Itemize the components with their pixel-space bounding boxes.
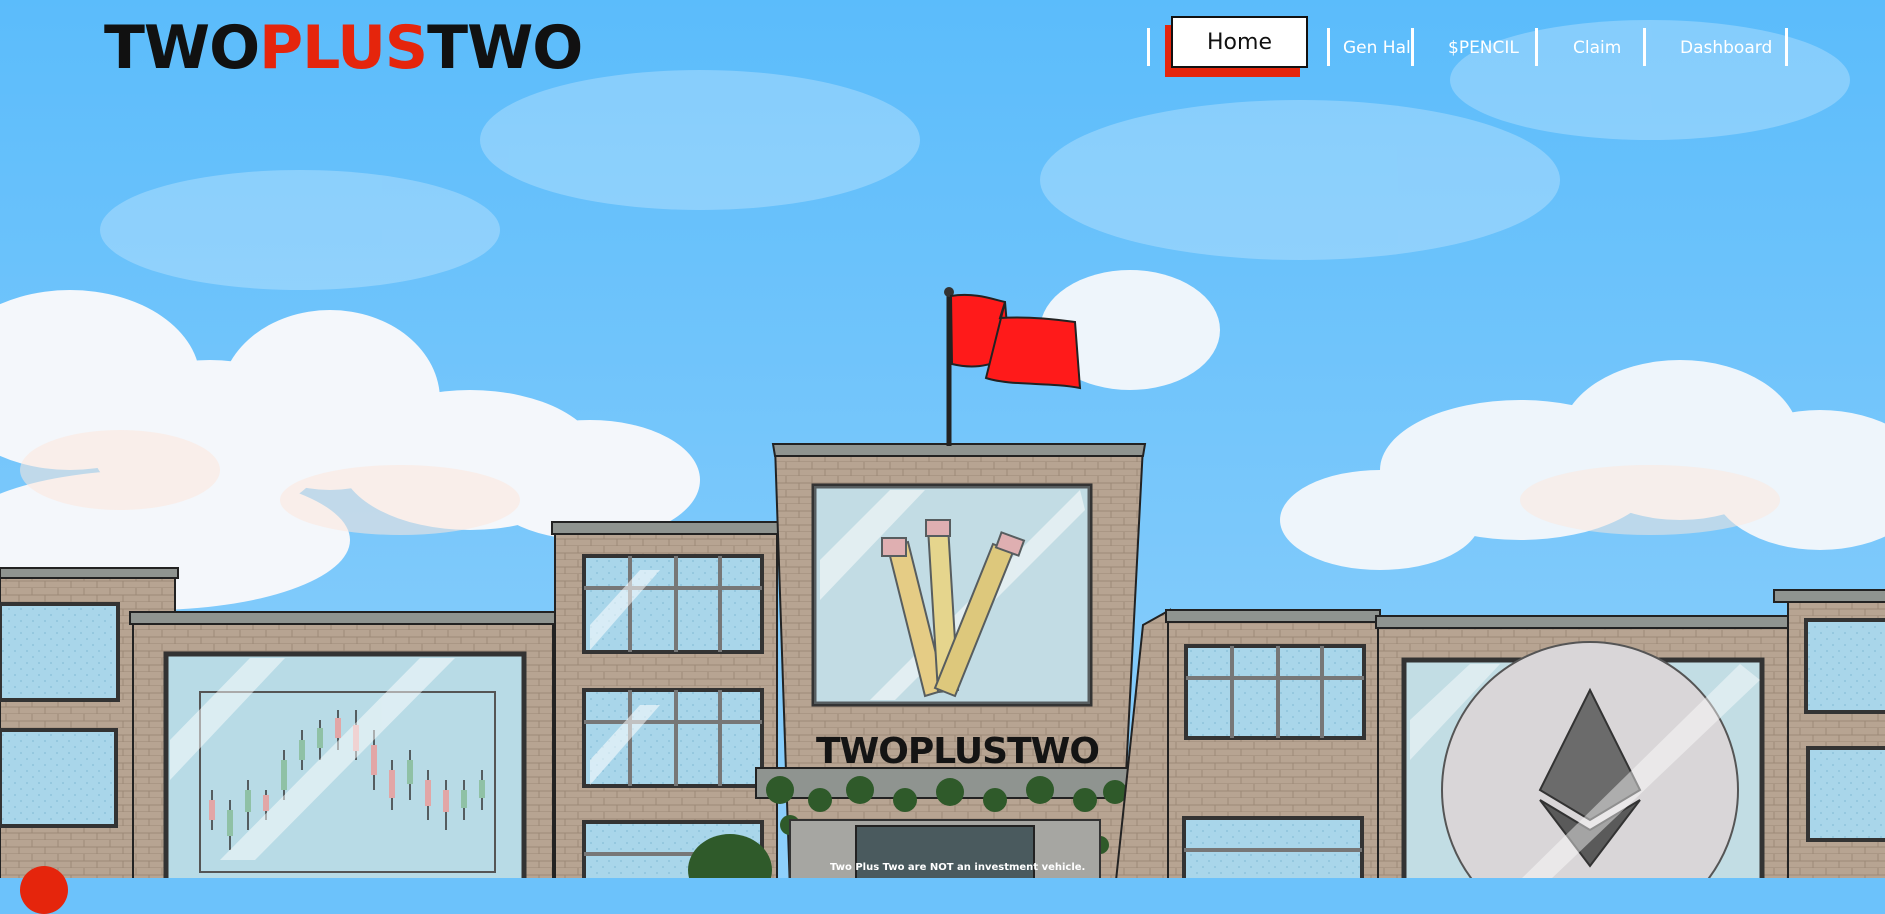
chat-widget-button[interactable] <box>20 866 68 914</box>
nav-divider <box>1327 28 1330 66</box>
nav-home-button[interactable]: Home <box>1171 16 1308 68</box>
logo-text-two-end: TWO <box>427 13 583 83</box>
building-sign: TWOPLUSTWO <box>816 731 1100 772</box>
nav-divider <box>1147 28 1150 66</box>
nav-pencil-link[interactable]: $PENCIL <box>1448 38 1519 58</box>
nav-dashboard-link[interactable]: Dashboard <box>1680 38 1772 58</box>
nav-claim-link[interactable]: Claim <box>1573 38 1621 58</box>
investment-disclaimer: Two Plus Two are NOT an investment vehic… <box>830 862 1086 873</box>
site-header: TWOPLUSTWO Home Gen Hall $PENCIL Claim D… <box>0 0 1885 100</box>
logo-text-two: TWO <box>104 13 260 83</box>
site-logo[interactable]: TWOPLUSTWO <box>104 12 583 84</box>
nav-divider <box>1785 28 1788 66</box>
logo-text-plus: PLUS <box>259 13 428 83</box>
nav-home-label: Home <box>1207 29 1272 55</box>
nav-gen-hall-link[interactable]: Gen Hall <box>1343 38 1415 58</box>
nav-divider <box>1535 28 1538 66</box>
nav-divider <box>1643 28 1646 66</box>
nav-divider <box>1411 28 1414 66</box>
